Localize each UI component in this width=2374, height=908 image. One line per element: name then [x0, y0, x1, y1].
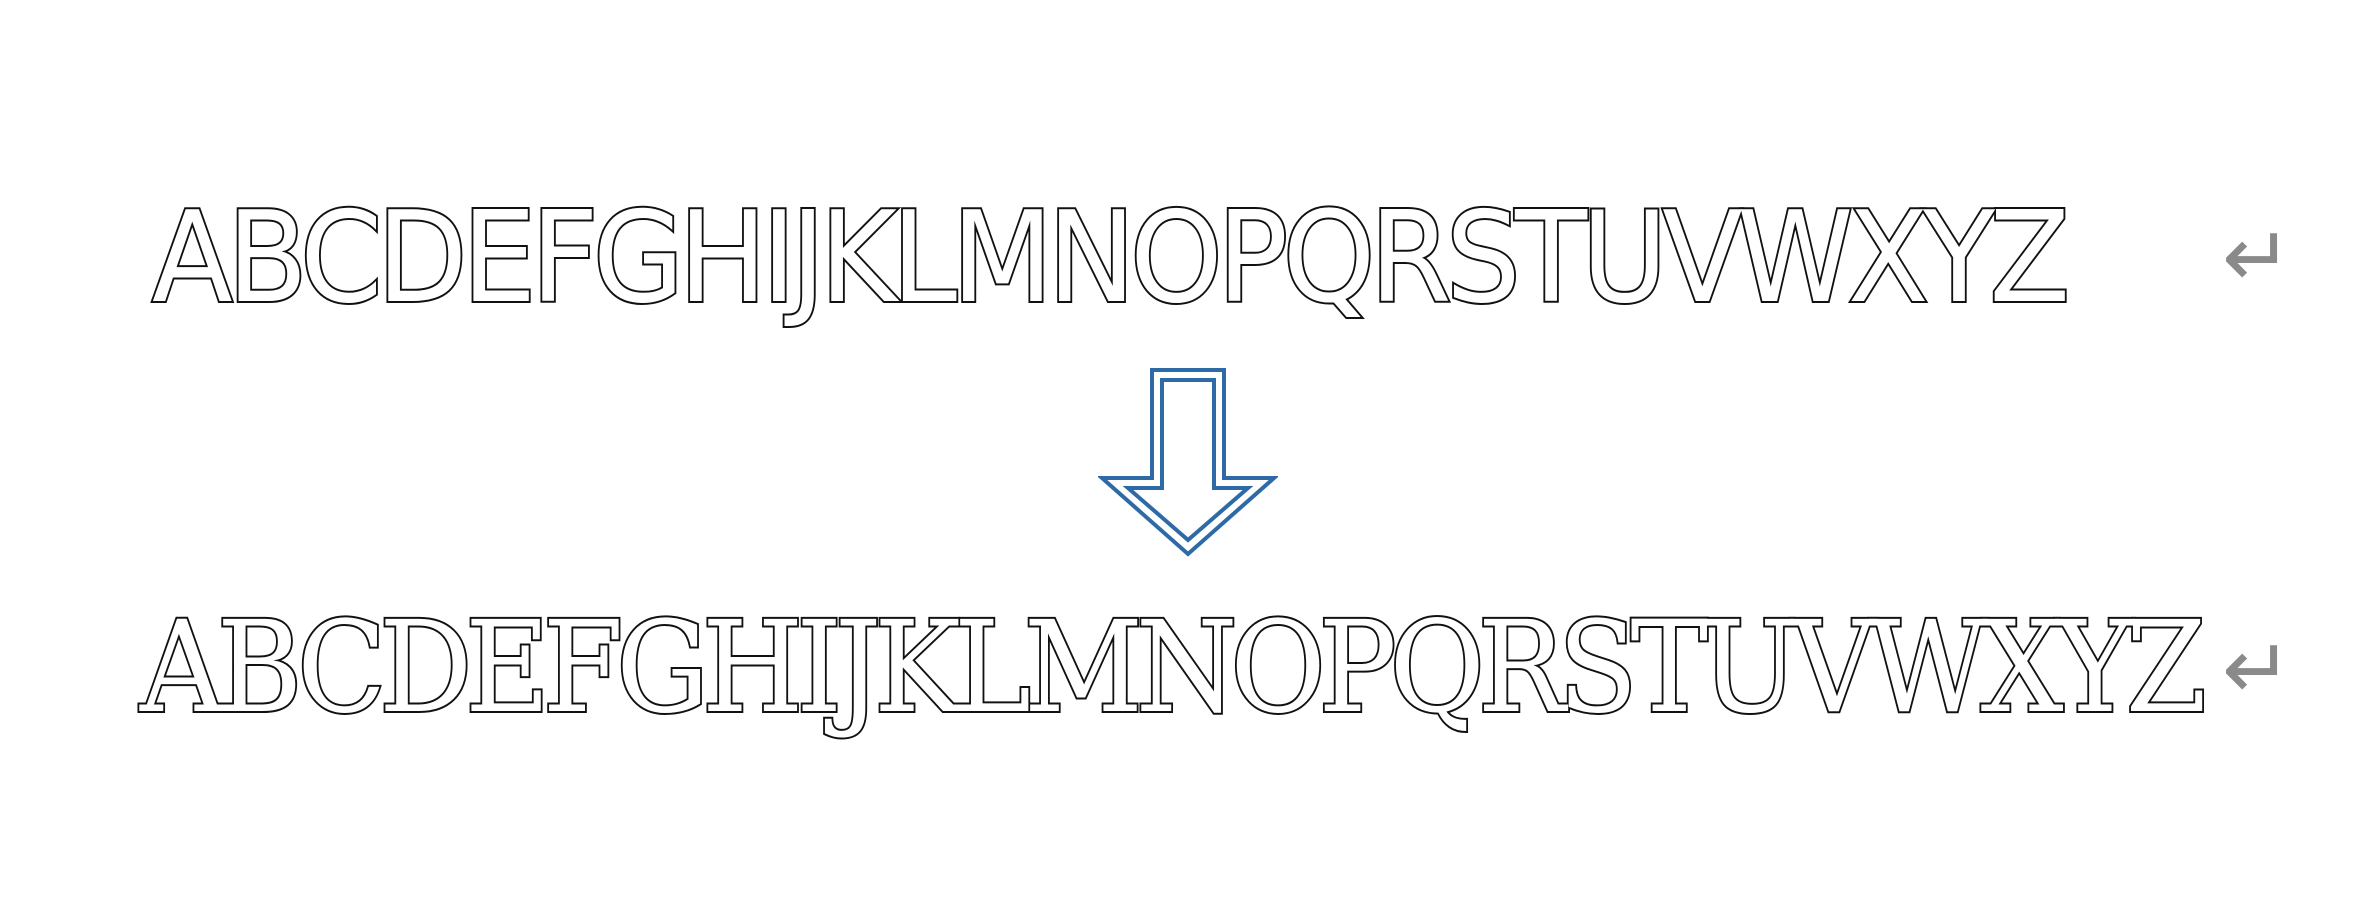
outline-sans-alphabet-text: ABCDEFGHIJKLMNOPQRSTUVWXYZ [150, 184, 2072, 331]
outline-sans-alphabet-line: ABCDEFGHIJKLMNOPQRSTUVWXYZ ↵ [0, 184, 2374, 335]
down-arrow-icon [1098, 368, 1278, 557]
outline-serif-alphabet-line: ABCDEFGHIJKLMNOPQRSTUVWXYZ ↵ [0, 594, 2374, 745]
paragraph-mark-icon: ↵ [2222, 620, 2293, 718]
outline-serif-alphabet-text: ABCDEFGHIJKLMNOPQRSTUVWXYZ [138, 594, 2208, 741]
paragraph-mark-icon: ↵ [2222, 208, 2293, 306]
